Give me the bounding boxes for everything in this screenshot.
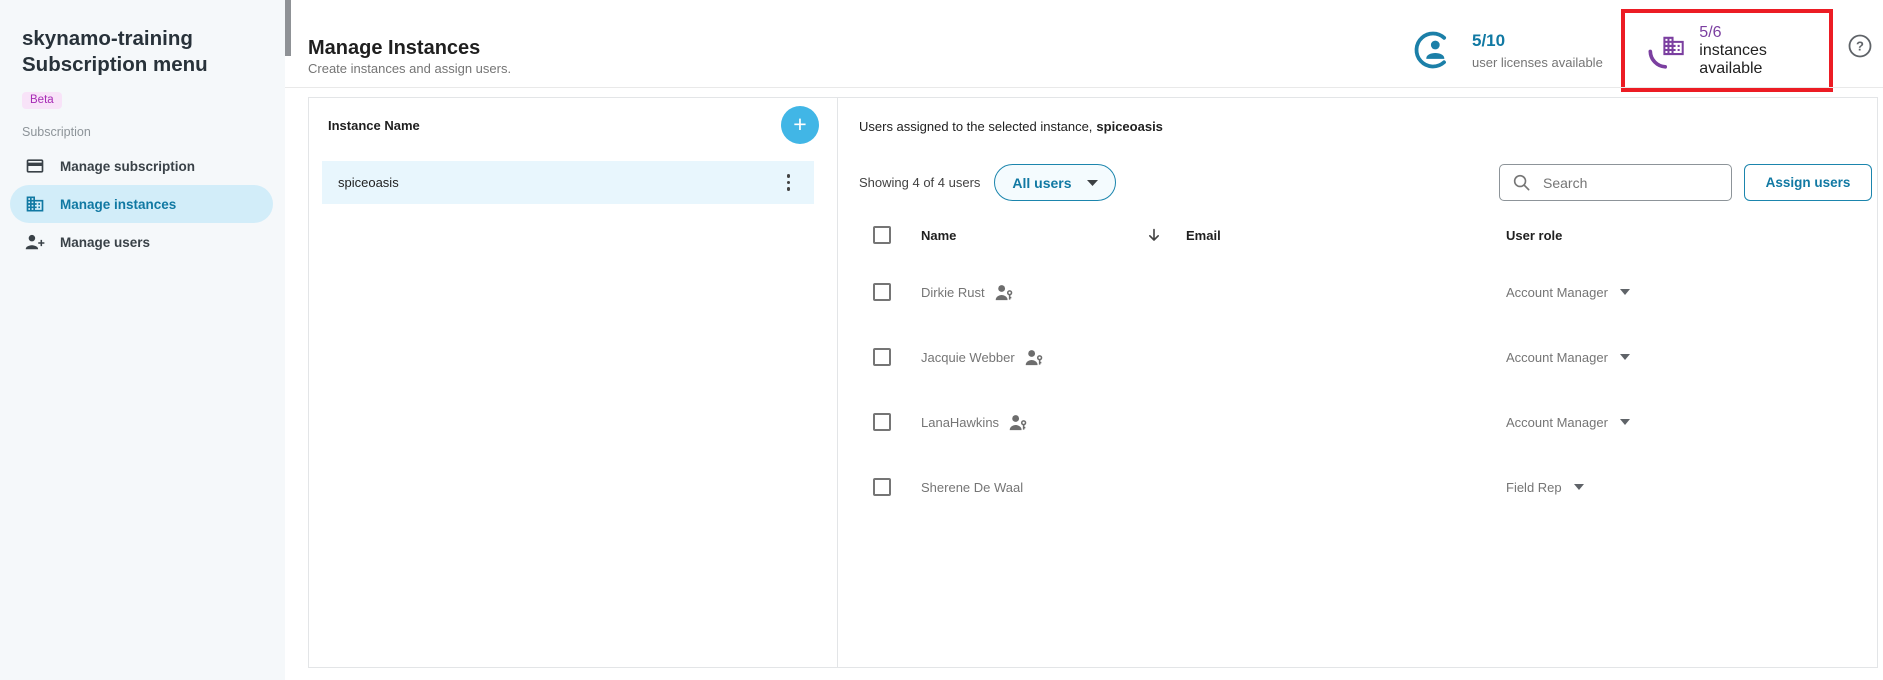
user-licenses-label: user licenses available	[1472, 55, 1603, 70]
assigned-instance-name: spiceoasis	[1096, 119, 1163, 134]
building-icon	[25, 194, 45, 214]
instance-gauge-icon	[1646, 30, 1686, 72]
user-gauge-icon	[1413, 30, 1453, 70]
row-checkbox[interactable]	[873, 283, 891, 301]
sidebar-item-manage-users[interactable]: Manage users	[0, 223, 285, 261]
instance-menu-kebab-icon[interactable]	[783, 170, 795, 195]
chevron-down-icon	[1620, 289, 1630, 295]
instances-label: instances available	[1699, 42, 1829, 78]
workspace-title-line2: Subscription menu	[22, 52, 285, 78]
sort-descending-icon[interactable]	[1148, 228, 1186, 243]
sidebar-item-label: Manage subscription	[60, 159, 195, 174]
add-instance-button[interactable]: +	[781, 106, 819, 144]
user-filter-dropdown[interactable]: All users	[994, 164, 1115, 201]
user-name: Jacquie Webber	[921, 350, 1015, 365]
user-filter-value: All users	[1012, 175, 1071, 191]
sidebar-item-manage-subscription[interactable]: Manage subscription	[0, 147, 285, 185]
person-key-icon	[1025, 349, 1044, 366]
chevron-down-icon	[1620, 354, 1630, 360]
sidebar-item-label: Manage users	[60, 235, 150, 250]
user-search-box	[1499, 164, 1732, 201]
table-row: LanaHawkins Account Manager	[838, 402, 1872, 442]
user-role-value: Account Manager	[1506, 350, 1608, 365]
user-name: Sherene De Waal	[921, 480, 1023, 495]
table-row: Sherene De Waal Field Rep	[838, 467, 1872, 507]
instance-list-panel: Instance Name + spiceoasis	[309, 98, 838, 667]
credit-card-icon	[25, 156, 45, 176]
column-header-email: Email	[1186, 228, 1506, 243]
workspace-title: skynamo-training Subscription menu	[22, 26, 285, 78]
person-add-icon	[25, 232, 45, 252]
person-key-icon	[1009, 414, 1028, 431]
select-all-checkbox[interactable]	[873, 226, 891, 244]
user-role-dropdown[interactable]: Account Manager	[1506, 350, 1872, 365]
assign-users-button[interactable]: Assign users	[1744, 164, 1872, 201]
assigned-users-caption: Users assigned to the selected instance,…	[859, 119, 1872, 134]
search-icon	[1512, 173, 1531, 192]
instances-count: 5/6	[1699, 24, 1829, 42]
sidebar-nav: Manage subscription Manage instances Man…	[0, 147, 285, 261]
instance-list-header: Instance Name +	[309, 106, 837, 144]
instances-indicator: 5/6 instances available	[1699, 24, 1829, 78]
sidebar-item-label: Manage instances	[60, 197, 176, 212]
row-checkbox[interactable]	[873, 413, 891, 431]
user-role-dropdown[interactable]: Account Manager	[1506, 415, 1872, 430]
table-row: Jacquie Webber Account Manager	[838, 337, 1872, 377]
sidebar-scrollbar-thumb[interactable]	[285, 0, 291, 56]
chevron-down-icon	[1620, 419, 1630, 425]
users-table-body: Dirkie Rust Account Manager Jacquie Webb…	[838, 272, 1872, 507]
assigned-users-panel: Users assigned to the selected instance,…	[838, 98, 1877, 667]
person-key-icon	[995, 284, 1014, 301]
column-header-role: User role	[1506, 228, 1872, 243]
header-divider	[285, 87, 1883, 88]
svg-text:?: ?	[1856, 39, 1864, 54]
row-checkbox[interactable]	[873, 348, 891, 366]
user-role-value: Account Manager	[1506, 415, 1608, 430]
instance-name: spiceoasis	[338, 175, 399, 190]
workspace-title-line1: skynamo-training	[22, 26, 285, 52]
assigned-users-caption-text: Users assigned to the selected instance,	[859, 119, 1092, 134]
table-row: Dirkie Rust Account Manager	[838, 272, 1872, 312]
user-role-value: Field Rep	[1506, 480, 1562, 495]
user-name: LanaHawkins	[921, 415, 999, 430]
user-name: Dirkie Rust	[921, 285, 985, 300]
chevron-down-icon	[1087, 180, 1098, 186]
annotation-highlight-box: 5/6 instances available	[1621, 9, 1833, 92]
page-subtitle: Create instances and assign users.	[308, 61, 511, 76]
instances-card: Instance Name + spiceoasis Users assigne…	[308, 97, 1878, 668]
user-role-dropdown[interactable]: Account Manager	[1506, 285, 1872, 300]
manage-instances-page: skynamo-training Subscription menu Beta …	[0, 0, 1883, 680]
users-toolbar: Showing 4 of 4 users All users Assign us…	[859, 164, 1872, 201]
page-title: Manage Instances	[308, 37, 480, 60]
help-icon[interactable]: ?	[1847, 33, 1873, 59]
user-licenses-indicator: 5/10 user licenses available	[1413, 30, 1603, 70]
instance-name-column-header: Instance Name	[328, 118, 420, 133]
sidebar: skynamo-training Subscription menu Beta …	[0, 0, 285, 680]
user-role-value: Account Manager	[1506, 285, 1608, 300]
showing-users-count: Showing 4 of 4 users	[859, 175, 980, 190]
beta-badge: Beta	[22, 92, 62, 109]
users-table-header: Name Email User role	[838, 215, 1872, 255]
sidebar-section-label: Subscription	[22, 125, 285, 139]
search-input[interactable]	[1541, 174, 1721, 192]
user-role-dropdown[interactable]: Field Rep	[1506, 480, 1872, 495]
user-licenses-count: 5/10	[1472, 31, 1603, 51]
chevron-down-icon	[1574, 484, 1584, 490]
instance-row-selected[interactable]: spiceoasis	[322, 161, 814, 204]
sidebar-item-manage-instances[interactable]: Manage instances	[10, 185, 273, 223]
column-header-name: Name	[921, 228, 1148, 243]
row-checkbox[interactable]	[873, 478, 891, 496]
